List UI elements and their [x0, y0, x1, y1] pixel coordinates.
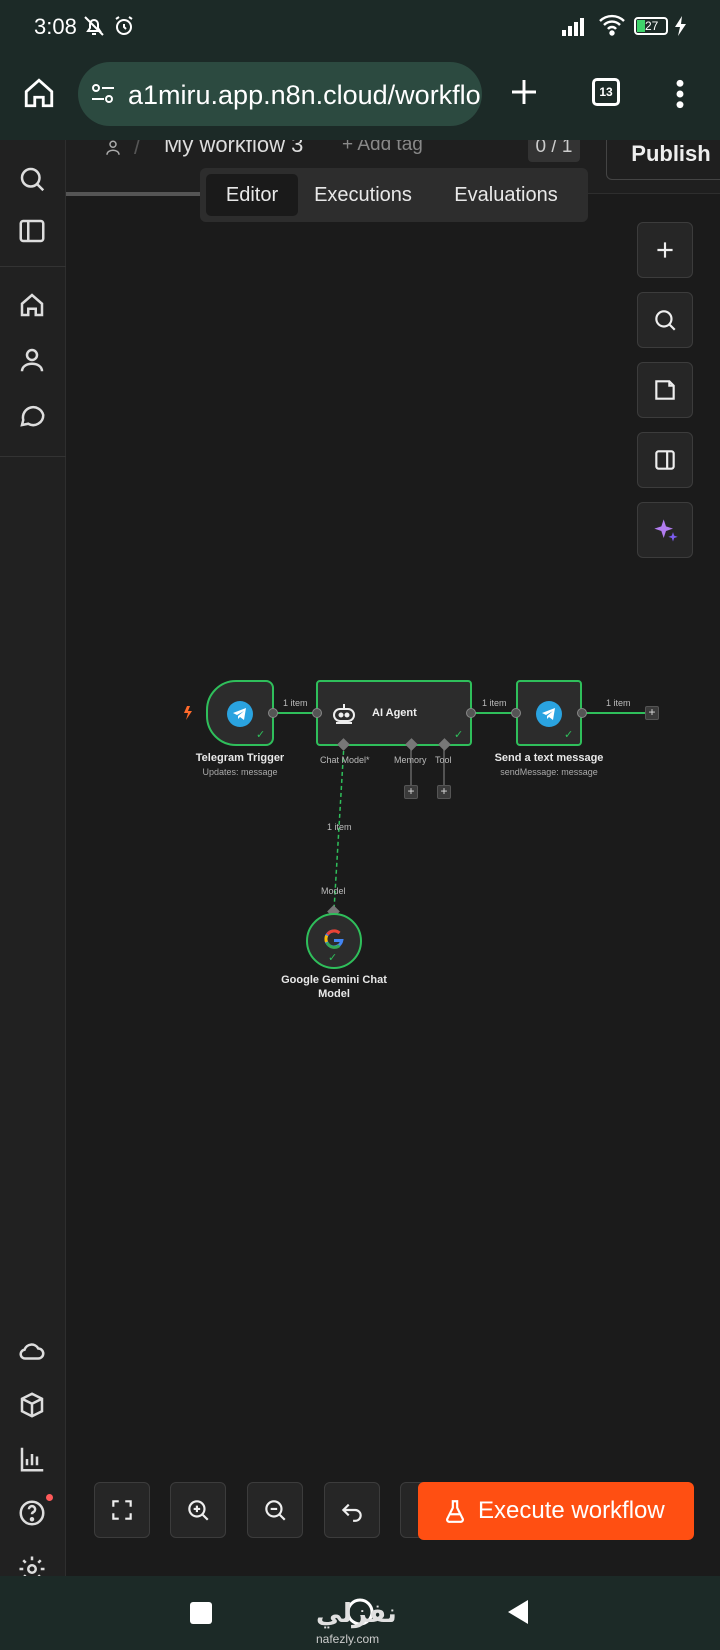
telegram-icon [227, 701, 253, 727]
tab-switcher-button[interactable]: 13 [592, 78, 620, 106]
node-telegram-trigger-subtitle: Updates: message [202, 767, 278, 777]
memory-port-label: Memory [394, 755, 427, 765]
undo-button[interactable] [324, 1482, 380, 1538]
success-check-icon: ✓ [256, 729, 266, 741]
success-check-icon: ✓ [564, 729, 574, 741]
site-settings-icon[interactable] [90, 82, 116, 106]
node-send-text-message-name: Send a text message [494, 752, 604, 764]
execute-workflow-button[interactable]: Execute workflow [418, 1482, 694, 1540]
wifi-icon [599, 14, 625, 36]
settings-icon[interactable] [17, 1554, 47, 1576]
google-icon [323, 928, 345, 950]
flask-icon [446, 1500, 464, 1523]
send-items-label: 1 item [606, 698, 631, 708]
bell-off-icon [84, 16, 104, 36]
zoom-out-button[interactable] [247, 1482, 303, 1538]
recents-button[interactable] [190, 1602, 212, 1624]
zoom-in-icon [188, 1500, 209, 1521]
success-check-icon: ✓ [454, 729, 464, 741]
chat-model-port-label: Chat Model* [320, 755, 370, 765]
trigger-output-handle[interactable] [268, 708, 278, 718]
agent-output-handle[interactable] [466, 708, 476, 718]
robot-icon [333, 704, 355, 724]
execute-workflow-label: Execute workflow [478, 1497, 665, 1524]
alarm-icon [115, 16, 133, 35]
url-text[interactable]: a1miru.app.n8n.cloud/workflo [128, 80, 481, 111]
watermark-url: nafezly.com [316, 1632, 380, 1646]
node-ai-agent[interactable]: AI Agent ✓ [316, 680, 472, 746]
signal-icon [562, 18, 584, 36]
fit-view-icon [112, 1500, 132, 1520]
node-send-text-message[interactable]: ✓ [516, 680, 582, 746]
success-check-icon: ✓ [328, 952, 338, 964]
insights-icon[interactable] [17, 1444, 47, 1474]
notification-dot [46, 1494, 53, 1501]
trigger-bolt-icon [184, 706, 192, 720]
cloud-icon[interactable] [17, 1336, 47, 1366]
battery-level: 27 [645, 19, 659, 33]
n8n-app: / My workflow 3 + Add tag 0 / 1 Publish … [0, 140, 720, 1576]
home-icon[interactable] [22, 76, 56, 110]
node-telegram-trigger-name: Telegram Trigger [195, 752, 285, 764]
status-time: 3:08 [34, 14, 77, 39]
model-port-label: Model [321, 886, 346, 896]
templates-icon[interactable] [17, 1390, 47, 1420]
watermark-logo: نفزلي [316, 1598, 397, 1628]
battery-icon: 27 [634, 17, 668, 35]
status-bar: 3:08 27 [0, 0, 720, 52]
node-send-text-message-subtitle: sendMessage: message [500, 767, 598, 777]
zoom-in-button[interactable] [170, 1482, 226, 1538]
add-tool-button[interactable]: + [437, 785, 451, 799]
send-input-handle[interactable] [511, 708, 521, 718]
zoom-out-icon [265, 1500, 286, 1521]
agent-items-label: 1 item [482, 698, 507, 708]
model-items-label: 1 item [327, 822, 352, 832]
address-bar[interactable]: a1miru.app.n8n.cloud/workflo [78, 62, 482, 126]
charging-icon [675, 16, 686, 36]
menu-dots-icon[interactable] [668, 78, 692, 110]
trigger-items-label: 1 item [283, 698, 308, 708]
agent-input-handle[interactable] [312, 708, 322, 718]
node-ai-agent-name: AI Agent [372, 707, 417, 719]
help-icon[interactable] [17, 1498, 47, 1528]
node-google-gemini-chat-model[interactable]: ✓ [306, 913, 362, 969]
tool-port-label: Tool [435, 755, 452, 765]
node-telegram-trigger[interactable]: ✓ [206, 680, 274, 746]
add-memory-button[interactable]: + [404, 785, 418, 799]
telegram-icon [536, 701, 562, 727]
node-google-gemini-name: Google Gemini Chat Model [281, 974, 387, 1000]
send-output-handle[interactable] [577, 708, 587, 718]
fit-view-button[interactable] [94, 1482, 150, 1538]
new-tab-icon[interactable] [508, 76, 540, 108]
undo-icon [341, 1503, 362, 1522]
back-button[interactable] [506, 1598, 530, 1626]
add-next-node-button[interactable]: + [645, 706, 659, 720]
browser-toolbar: a1miru.app.n8n.cloud/workflo 13 [0, 52, 720, 140]
